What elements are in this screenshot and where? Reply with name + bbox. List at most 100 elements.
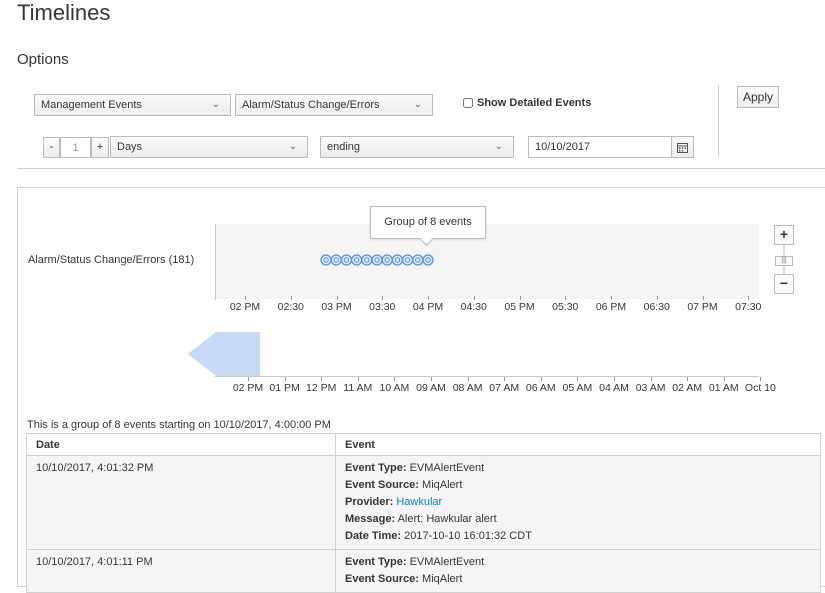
event-group-select[interactable]: Alarm/Status Change/Errors ⌄ <box>235 94 433 116</box>
event-date: 10/10/2017, 4:01:11 PM <box>26 549 336 593</box>
event-details: Event Type: EVMAlertEvent Event Source: … <box>335 455 821 550</box>
provider-link[interactable]: Hawkular <box>396 496 442 508</box>
event-marker[interactable] <box>401 254 414 266</box>
top-axis-tick-mark <box>702 296 704 300</box>
chevron-down-icon: ⌄ <box>211 99 220 110</box>
datetime-label: Date Time: <box>345 530 402 542</box>
bottom-axis-tick-mark <box>321 377 323 381</box>
group-summary: This is a group of 8 events starting on … <box>27 419 331 431</box>
top-axis-tick-mark <box>382 296 384 300</box>
event-marker[interactable] <box>350 254 363 266</box>
overview-band[interactable] <box>188 332 262 377</box>
event-marker[interactable] <box>340 254 353 266</box>
top-axis-tick-label: 05:30 <box>552 301 579 313</box>
bottom-axis-tick-mark <box>540 377 542 381</box>
event-marker[interactable] <box>371 254 383 266</box>
top-axis-tick-label: 02:30 <box>277 301 304 313</box>
provider-label: Provider: <box>345 496 394 508</box>
event-type-label: Event Type: <box>345 462 407 474</box>
options-heading: Options <box>17 51 69 68</box>
chevron-down-icon: ⌄ <box>288 141 297 152</box>
show-detailed-checkbox[interactable] <box>463 98 473 108</box>
datetime-value: 2017-10-10 16:01:32 CDT <box>404 530 532 542</box>
bottom-axis-tick-mark <box>357 377 359 381</box>
show-detailed-option[interactable]: Show Detailed Events <box>463 97 591 109</box>
top-axis-tick-label: 03 PM <box>321 301 352 313</box>
zoom-in-button[interactable]: + <box>774 225 794 245</box>
event-type-value: EVMAlertEvent <box>409 556 485 568</box>
top-axis-tick-mark <box>656 296 658 300</box>
event-source-value: MiqAlert <box>422 573 463 585</box>
event-marker[interactable] <box>412 254 424 266</box>
top-axis-tick-label: 05 PM <box>504 301 535 313</box>
options-divider <box>718 85 719 157</box>
events-table: Date Event 10/10/2017, 4:01:32 PM Event … <box>26 433 821 593</box>
bottom-axis-tick-label: Oct 10 <box>744 382 776 394</box>
page-title: Timelines <box>17 0 111 25</box>
column-event[interactable]: Event <box>335 433 821 456</box>
bottom-axis-tick-mark <box>467 377 469 381</box>
chevron-down-icon: ⌄ <box>494 141 503 152</box>
bottom-axis-tick-mark <box>577 377 579 381</box>
top-axis-tick-mark <box>565 296 567 300</box>
calendar-button[interactable] <box>671 136 694 158</box>
event-marker[interactable] <box>320 254 332 266</box>
bottom-axis-tick-mark <box>614 377 615 381</box>
event-type-value: EVMAlertEvent <box>409 462 485 474</box>
zoom-out-button[interactable]: − <box>774 274 794 294</box>
top-axis-tick-label: 07:30 <box>735 301 762 313</box>
table-row: 10/10/2017, 4:01:11 PM Event Type: EVMAl… <box>26 549 821 593</box>
section-divider <box>17 168 825 169</box>
bottom-axis-tick-mark <box>504 377 506 381</box>
apply-button[interactable]: Apply <box>737 86 779 108</box>
event-source-value: MiqAlert <box>422 479 463 491</box>
date-input[interactable]: 10/10/2017 <box>528 136 672 158</box>
top-axis-tick-label: 07 PM <box>687 301 718 313</box>
event-marker[interactable] <box>391 254 404 266</box>
top-axis-tick-label: 04:30 <box>460 301 487 313</box>
top-axis-tick-label: 06:30 <box>643 301 670 313</box>
bottom-axis-tick-mark <box>394 377 396 381</box>
top-axis-tick-mark <box>519 296 521 300</box>
decrement-button[interactable]: - <box>43 137 60 158</box>
timeline-row-label: Alarm/Status Change/Errors (181) <box>28 254 195 266</box>
top-axis-tick-label: 02 PM <box>229 301 261 313</box>
top-axis-tick-mark <box>473 296 475 300</box>
increment-button[interactable]: + <box>91 137 109 158</box>
bottom-axis-tick-mark <box>431 377 432 381</box>
top-axis-tick-mark <box>428 296 429 300</box>
top-axis-tick-mark <box>611 296 612 300</box>
top-axis-tick-mark <box>245 296 246 300</box>
interval-unit-select[interactable]: Days ⌄ <box>110 136 308 158</box>
bottom-axis-tick-mark <box>723 377 725 381</box>
interval-unit-value: Days <box>117 141 143 153</box>
show-detailed-label: Show Detailed Events <box>477 97 592 109</box>
table-row: 10/10/2017, 4:01:32 PM Event Type: EVMAl… <box>26 455 821 550</box>
event-type-label: Event Type: <box>345 556 407 568</box>
interval-input[interactable]: 1 <box>60 137 91 158</box>
top-axis-tick-label: 03:30 <box>369 301 396 313</box>
event-source-label: Event Source: <box>345 573 419 585</box>
event-marker[interactable] <box>361 254 373 266</box>
overview-axis-line <box>215 376 759 377</box>
bottom-axis-tick-mark <box>650 377 652 381</box>
position-select[interactable]: ending ⌄ <box>320 136 514 158</box>
zoom-slider-handle[interactable]: ||| <box>775 256 793 266</box>
top-axis-tick-label: 06 PM <box>595 301 627 313</box>
top-axis-tick-mark <box>290 296 292 300</box>
bottom-axis-tick-mark <box>284 377 286 381</box>
message-value: Alert: Hawkular alert <box>397 513 497 525</box>
event-marker[interactable] <box>330 254 342 266</box>
event-type-value: Management Events <box>41 99 142 111</box>
bottom-axis-tick-mark <box>760 377 762 381</box>
event-details: Event Type: EVMAlertEvent Event Source: … <box>335 549 821 593</box>
event-source-label: Event Source: <box>345 479 419 491</box>
top-axis-tick-mark <box>336 296 338 300</box>
column-date[interactable]: Date <box>26 433 336 456</box>
event-marker[interactable] <box>422 254 434 266</box>
bottom-axis-tick-mark <box>687 377 689 381</box>
event-type-select[interactable]: Management Events ⌄ <box>34 94 231 116</box>
event-marker[interactable] <box>381 254 393 266</box>
top-axis-tick-label: 04 PM <box>412 301 444 313</box>
position-value: ending <box>327 141 361 153</box>
